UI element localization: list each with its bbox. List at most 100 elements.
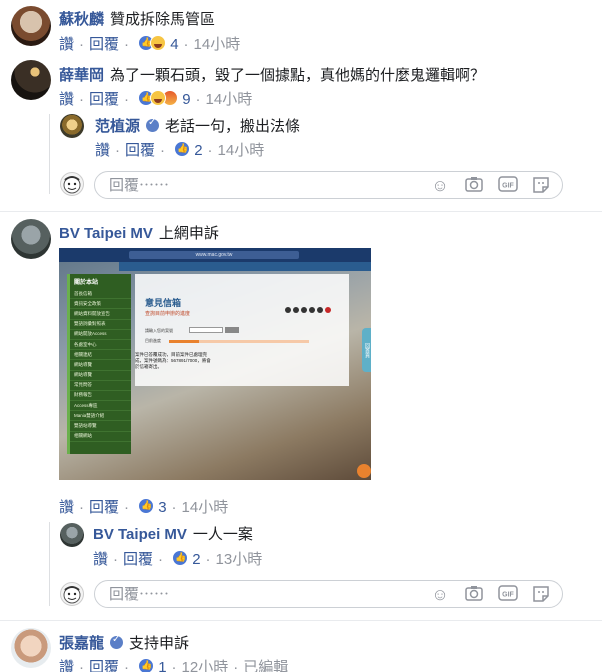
avatar[interactable]: [60, 523, 84, 547]
form-button: [225, 327, 239, 333]
status-text: 案件已答覆成功，目前案件已處理完成，案件號碼為：567891/7000，將會於信…: [135, 352, 211, 369]
comment-author[interactable]: 蘇秋麟: [59, 11, 104, 28]
comment-author[interactable]: BV Taipei MV: [59, 225, 153, 242]
camera-icon[interactable]: [464, 176, 484, 196]
reaction-count[interactable]: 2: [192, 551, 200, 568]
reply-text: 一人一案: [192, 526, 253, 543]
avatar[interactable]: [11, 628, 51, 668]
reply-text: 老話一句，搬出法條: [165, 118, 301, 135]
sidebar-title: 關於本站: [74, 280, 99, 286]
like-reaction-icon: [172, 550, 189, 566]
reply-button[interactable]: 回覆: [89, 36, 119, 53]
comment-text: 為了一顆石頭，毀了一個據點，真他媽的什麼鬼邏輯啊？: [110, 67, 486, 84]
like-button[interactable]: 讚: [59, 36, 74, 53]
sidebar-item: 常見問答: [70, 381, 131, 391]
gif-icon[interactable]: GIF: [497, 585, 519, 605]
sidebar-item: 相關連結: [70, 350, 131, 361]
panel-subheading: 查詢目前申辦的進度: [145, 311, 191, 317]
reaction-count[interactable]: 9: [182, 91, 190, 108]
reply-button[interactable]: 回覆: [89, 499, 119, 516]
avatar[interactable]: [11, 60, 51, 100]
reactions[interactable]: [138, 498, 155, 518]
sidebar-item: 雙語站導覽: [70, 421, 131, 432]
reactions[interactable]: [174, 141, 191, 161]
emoji-icon[interactable]: ☺: [430, 176, 450, 196]
avatar[interactable]: [11, 6, 51, 46]
edited-label[interactable]: 已編輯: [243, 659, 288, 672]
comment-text: 贊成拆除馬管區: [110, 11, 216, 28]
right-tab: 回首頁: [362, 328, 371, 372]
comment-author[interactable]: 薛華岡: [59, 67, 104, 84]
sidebar-item: 首長信箱: [70, 289, 131, 300]
reactions[interactable]: [138, 90, 179, 110]
emoji-icon[interactable]: ☺: [430, 585, 450, 605]
reply-input-box[interactable]: ☺ GIF: [94, 580, 563, 608]
like-button[interactable]: 讚: [93, 551, 108, 568]
sidebar-item: 網站導覽: [70, 371, 131, 381]
like-reaction-icon: [174, 141, 191, 157]
reactions[interactable]: [138, 658, 155, 672]
sidebar-item: 網站開放Access: [70, 330, 131, 340]
reply-button[interactable]: 回覆: [123, 551, 153, 568]
comment-text: 支持申訴: [129, 635, 190, 652]
thread-line: [49, 114, 50, 194]
divider: [0, 211, 602, 212]
reply-author[interactable]: 范植源: [95, 118, 140, 135]
reaction-count[interactable]: 2: [194, 142, 202, 159]
divider: [0, 620, 602, 621]
current-user-avatar: [60, 172, 84, 196]
form-input: [189, 327, 223, 333]
reply-button[interactable]: 回覆: [125, 142, 155, 159]
reaction-count[interactable]: 3: [158, 499, 166, 516]
sidebar-item: 財務報告: [70, 391, 131, 402]
like-button[interactable]: 讚: [95, 142, 110, 159]
comment-time[interactable]: 14小時: [218, 142, 265, 159]
like-button[interactable]: 讚: [59, 91, 74, 108]
gif-icon[interactable]: GIF: [497, 176, 519, 196]
orange-button-icon: [357, 464, 371, 478]
url-bar: www.mac.gov.tw: [129, 251, 299, 259]
like-reaction-icon: [138, 658, 155, 672]
comment-time[interactable]: 12小時: [182, 659, 229, 672]
site-menu-bar: [119, 262, 371, 271]
reactions[interactable]: [138, 35, 167, 55]
reply-button[interactable]: 回覆: [89, 91, 119, 108]
reaction-count[interactable]: 1: [158, 659, 166, 672]
comment-time[interactable]: 13小時: [216, 551, 263, 568]
comment-image-attachment[interactable]: www.mac.gov.tw 關於本站 首長信箱 資訊安全政策 網站資料開放宣告 雙語…: [59, 248, 371, 480]
comment-time[interactable]: 14小時: [206, 91, 253, 108]
comment-time[interactable]: 14小時: [182, 499, 229, 516]
sidebar-item: 雙語詞彙對照表: [70, 320, 131, 330]
avatar[interactable]: [60, 114, 84, 138]
verified-badge-icon: [146, 117, 160, 132]
sticker-icon[interactable]: [531, 585, 551, 605]
sidebar-item: Access專區: [70, 401, 131, 412]
sidebar-item: Mania雙語介紹: [70, 411, 131, 422]
reply-author[interactable]: BV Taipei MV: [93, 526, 187, 543]
reactions[interactable]: [172, 550, 189, 570]
sidebar-item: 網站資料開放宣告: [70, 309, 131, 320]
sidebar-item: 網站導覽: [70, 360, 131, 371]
comment-author[interactable]: 張嘉龍: [59, 635, 104, 652]
share-icons: [285, 300, 331, 317]
reply-input[interactable]: [109, 177, 409, 194]
panel-heading: 意見信箱: [145, 298, 182, 308]
svg-text:GIF: GIF: [502, 183, 514, 190]
reply-input-box[interactable]: ☺ GIF: [94, 171, 563, 199]
like-button[interactable]: 讚: [59, 499, 74, 516]
reaction-count[interactable]: 4: [170, 36, 178, 53]
form-label: 目前進度: [145, 338, 161, 343]
site-sidebar: 關於本站 首長信箱 資訊安全政策 網站資料開放宣告 雙語詞彙對照表 網站開放Access…: [67, 274, 131, 454]
like-reaction-icon: [138, 498, 155, 514]
reply-button[interactable]: 回覆: [89, 659, 119, 672]
reply-input[interactable]: [109, 586, 409, 603]
svg-text:GIF: GIF: [502, 592, 514, 599]
comment-text: 上網申訴: [158, 225, 219, 242]
avatar[interactable]: [11, 219, 51, 259]
sticker-icon[interactable]: [531, 176, 551, 196]
camera-icon[interactable]: [464, 585, 484, 605]
progress-fill: [169, 340, 199, 343]
like-button[interactable]: 讚: [59, 659, 74, 672]
haha-reaction-icon: [150, 35, 167, 51]
comment-time[interactable]: 14小時: [194, 36, 241, 53]
